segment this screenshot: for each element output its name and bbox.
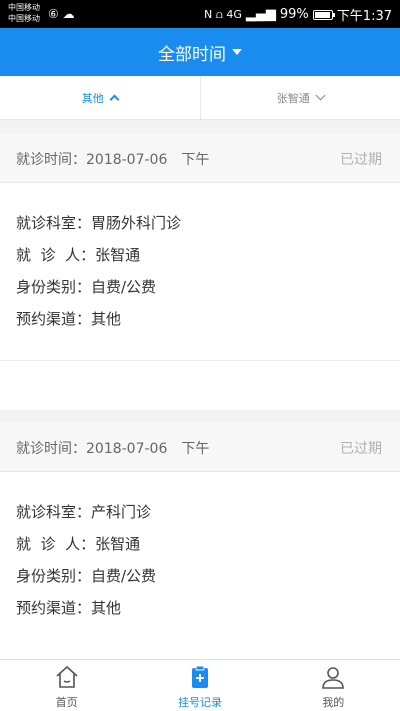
clipboard-plus-icon xyxy=(191,665,208,688)
booking-channel: 预约渠道：其他 xyxy=(16,310,122,328)
record-header: 就诊时间：2018-07-06 下午 已过期 xyxy=(0,422,400,472)
card-spacer xyxy=(0,360,400,410)
home-icon xyxy=(56,665,78,688)
record-card[interactable]: 就诊时间：2018-07-06 下午 已过期 就诊科室：胃肠外科门诊 就 诊 人… xyxy=(0,133,400,360)
record-details: 就诊科室：产科门诊 就 诊 人：张智通 身份类别：自费/公费 预约渠道：其他 xyxy=(0,472,400,624)
tab-records-label: 挂号记录 xyxy=(177,696,222,709)
battery-percent: 99% xyxy=(279,7,309,22)
tab-home[interactable]: 首页 xyxy=(0,660,133,711)
identity-type: 身份类别：自费/公费 xyxy=(16,278,157,296)
visit-time: 就诊时间：2018-07-06 下午 xyxy=(16,152,210,168)
identity-type: 身份类别：自费/公费 xyxy=(16,567,157,585)
carrier-name-1: 中国移动 xyxy=(8,3,40,12)
bottom-tab-bar: 首页 挂号记录 我的 xyxy=(0,659,400,711)
tab-mine-label: 我的 xyxy=(322,696,345,709)
filter-bar: 其他 张智通 xyxy=(0,76,400,120)
filter-type[interactable]: 其他 xyxy=(0,76,200,119)
time-range-selector[interactable]: 全部时间 xyxy=(0,28,400,76)
department: 就诊科室：胃肠外科门诊 xyxy=(16,214,182,232)
battery-icon xyxy=(312,9,335,20)
filter-person-label: 张智通 xyxy=(276,91,310,105)
tab-home-label: 首页 xyxy=(55,696,78,709)
tab-mine[interactable]: 我的 xyxy=(267,660,400,711)
status-badge: 已过期 xyxy=(340,152,382,168)
signal-icon: ▂▄▆ xyxy=(245,7,276,22)
notification-icons: ⑥ ☁ xyxy=(48,7,75,21)
page-title: 全部时间 xyxy=(158,44,226,65)
filter-person[interactable]: 张智通 xyxy=(199,76,400,119)
user-icon xyxy=(322,667,345,689)
tab-records[interactable]: 挂号记录 xyxy=(133,660,266,711)
patient: 就 诊 人：张智通 xyxy=(16,535,141,553)
clock: 下午1:37 xyxy=(336,9,392,24)
record-details: 就诊科室：胃肠外科门诊 就 诊 人：张智通 身份类别：自费/公费 预约渠道：其他 xyxy=(0,183,400,335)
patient: 就 诊 人：张智通 xyxy=(16,246,141,264)
record-header: 就诊时间：2018-07-06 下午 已过期 xyxy=(0,133,400,183)
chevron-up-icon xyxy=(109,94,120,105)
network-icons: N ⩍ 4G xyxy=(203,7,242,21)
booking-channel: 预约渠道：其他 xyxy=(16,599,122,617)
filter-type-label: 其他 xyxy=(81,91,104,105)
caret-down-icon xyxy=(232,49,242,55)
visit-time: 就诊时间：2018-07-06 下午 xyxy=(16,441,210,457)
carrier-info: 中国移动 中国移动 xyxy=(8,2,40,24)
status-indicators: N ⩍ 4G ▂▄▆ 99% 下午1:37 xyxy=(204,5,392,24)
department: 就诊科室：产科门诊 xyxy=(16,503,152,521)
record-card[interactable]: 就诊时间：2018-07-06 下午 已过期 就诊科室：产科门诊 就 诊 人：张… xyxy=(0,422,400,659)
status-bar: 中国移动 中国移动 ⑥ ☁ N ⩍ 4G ▂▄▆ 99% 下午1:37 xyxy=(0,0,400,28)
chevron-down-icon xyxy=(315,90,326,101)
status-badge: 已过期 xyxy=(340,441,382,457)
carrier-name-2: 中国移动 xyxy=(8,14,40,23)
